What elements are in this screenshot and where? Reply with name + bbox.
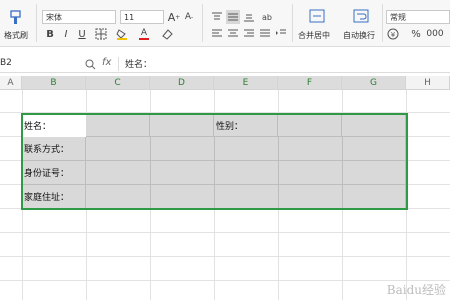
col-header-a[interactable]: A (0, 76, 22, 90)
merge-center-label[interactable]: 合并居中 (298, 30, 330, 41)
justify-icon[interactable] (258, 27, 272, 41)
cell-c5-g5[interactable] (86, 185, 406, 209)
align-left-icon[interactable] (210, 27, 224, 41)
align-right-icon[interactable] (242, 27, 256, 41)
col-header-c[interactable]: C (86, 76, 150, 90)
align-bottom-icon[interactable] (242, 10, 256, 24)
col-header-h[interactable]: H (406, 76, 450, 90)
col-header-f[interactable]: F (278, 76, 342, 90)
italic-button[interactable]: I (60, 27, 72, 41)
thousands-separator-icon[interactable]: 000 (426, 27, 443, 41)
watermark: Baidu经验 (386, 283, 446, 297)
cell-e2[interactable]: 性别： (214, 114, 278, 137)
zoom-icon[interactable] (84, 57, 96, 71)
cell-c3-g3[interactable] (86, 137, 406, 161)
cell-b2[interactable]: 姓名： (22, 114, 86, 137)
svg-text:¥: ¥ (391, 31, 396, 39)
font-color-icon[interactable]: A (137, 27, 151, 41)
font-name-select[interactable]: 宋体 (42, 10, 116, 24)
ribbon-toolbar: 格式刷 宋体 11 A + A- B I U A ab 合并居中 自动换行 常规… (0, 0, 450, 47)
formula-bar: B2 fx 姓名： (0, 56, 450, 73)
cell-grid[interactable]: 姓名： 性别： 联系方式： 身份证号： 家庭住址： (0, 90, 450, 300)
font-size-select[interactable]: 11 (120, 10, 164, 24)
cell-b5[interactable]: 家庭住址： (22, 185, 86, 209)
align-center-icon[interactable] (226, 27, 240, 41)
clear-format-icon[interactable] (160, 27, 174, 41)
cell-b3[interactable]: 联系方式： (22, 137, 86, 161)
col-header-g[interactable]: G (342, 76, 406, 90)
align-top-icon[interactable] (210, 10, 224, 24)
col-header-d[interactable]: D (150, 76, 214, 90)
format-painter-label[interactable]: 格式刷 (4, 30, 28, 41)
merge-center-icon[interactable] (308, 8, 326, 24)
decrease-font-icon[interactable]: A- (183, 10, 195, 24)
wrap-text-icon[interactable] (352, 8, 370, 24)
cell-c4-g4[interactable] (86, 161, 406, 185)
name-box[interactable]: B2 (0, 58, 72, 68)
cell-c2[interactable] (86, 114, 150, 137)
percent-button[interactable]: % (410, 27, 422, 41)
cell-d2[interactable] (150, 114, 214, 137)
fx-button[interactable]: fx (102, 57, 111, 68)
increase-font-icon[interactable]: A + (168, 10, 181, 24)
col-header-b[interactable]: B (22, 76, 86, 90)
format-painter-icon[interactable] (8, 10, 24, 26)
cell-g2[interactable] (342, 114, 406, 137)
cell-b4[interactable]: 身份证号： (22, 161, 86, 185)
formula-input[interactable]: 姓名： (118, 57, 450, 71)
cell-f2[interactable] (278, 114, 342, 137)
border-icon[interactable] (94, 27, 108, 41)
bold-button[interactable]: B (44, 27, 56, 41)
text-direction-icon[interactable]: ab (260, 10, 274, 24)
fill-color-icon[interactable] (115, 27, 129, 41)
align-middle-icon[interactable] (226, 10, 240, 24)
wrap-text-label[interactable]: 自动换行 (343, 30, 375, 41)
currency-icon[interactable]: ¥ (386, 27, 400, 41)
col-header-e[interactable]: E (214, 76, 278, 90)
underline-button[interactable]: U (76, 27, 88, 41)
indent-icon[interactable] (274, 27, 288, 41)
number-format-select[interactable]: 常规 (386, 10, 450, 24)
